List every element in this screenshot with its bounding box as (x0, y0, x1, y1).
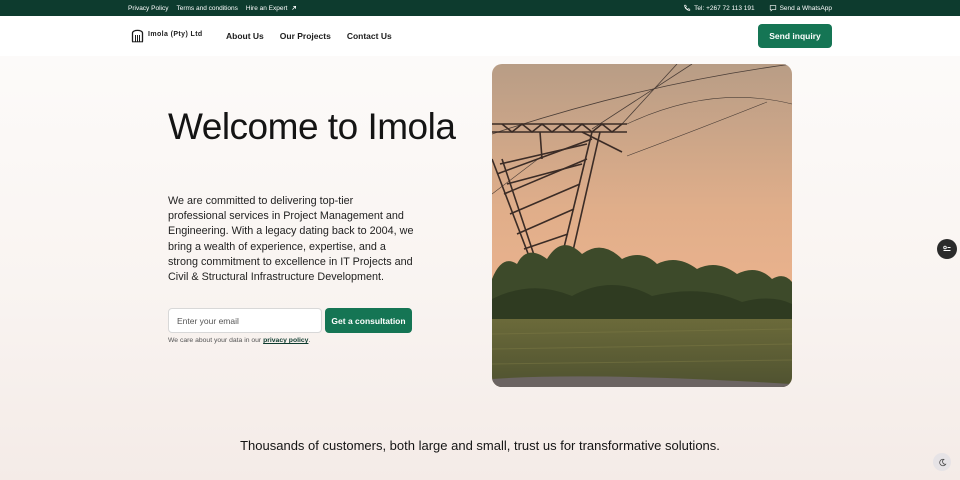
hire-expert-label: Hire an Expert (245, 4, 288, 12)
logo-icon (131, 29, 144, 43)
privacy-note: We care about your data in our privacy p… (168, 337, 310, 344)
accessibility-button[interactable] (937, 239, 957, 259)
main-navigation: Imola (Pty) Ltd About Us Our Projects Co… (0, 16, 960, 56)
phone-icon (684, 4, 691, 11)
top-bar: Privacy Policy Terms and conditions Hire… (0, 0, 960, 16)
power-lines-photo (492, 64, 792, 387)
logo[interactable]: Imola (Pty) Ltd (131, 27, 204, 43)
hero-image (492, 64, 792, 387)
top-bar-links: Privacy Policy Terms and conditions Hire… (128, 0, 298, 16)
top-bar-contact: Tel: +267 72 113 191 Send a WhatsApp (683, 0, 832, 16)
whatsapp-link[interactable]: Send a WhatsApp (769, 4, 832, 12)
trust-statement: Thousands of customers, both large and s… (240, 438, 720, 453)
send-inquiry-button[interactable]: Send inquiry (758, 24, 832, 48)
external-link-icon (292, 6, 297, 10)
nav-our-projects[interactable]: Our Projects (280, 31, 331, 41)
privacy-policy-link[interactable]: Privacy Policy (128, 5, 168, 12)
privacy-note-prefix: We care about your data in our (168, 337, 264, 344)
email-input[interactable] (168, 308, 322, 333)
dark-mode-toggle[interactable] (933, 453, 951, 471)
terms-link[interactable]: Terms and conditions (176, 5, 237, 12)
logo-text: Imola (Pty) Ltd (148, 31, 203, 38)
nav-about-us[interactable]: About Us (226, 31, 264, 41)
accessibility-icon (943, 245, 951, 251)
privacy-note-suffix: . (308, 337, 311, 344)
hire-expert-link[interactable]: Hire an Expert (246, 4, 299, 12)
chat-icon (769, 5, 776, 12)
nav-menu: About Us Our Projects Contact Us (226, 16, 392, 56)
phone-link[interactable]: Tel: +267 72 113 191 (683, 4, 755, 12)
whatsapp-label: Send a WhatsApp (779, 4, 832, 12)
privacy-policy-inline-link[interactable]: privacy policy (263, 337, 308, 344)
phone-label: Tel: +267 72 113 191 (694, 4, 755, 12)
get-consultation-button[interactable]: Get a consultation (325, 308, 412, 333)
moon-icon (938, 458, 946, 466)
hero-title: Welcome to Imola (168, 106, 456, 147)
hero-description: We are committed to delivering top-tier … (168, 195, 414, 284)
nav-contact-us[interactable]: Contact Us (347, 31, 392, 41)
